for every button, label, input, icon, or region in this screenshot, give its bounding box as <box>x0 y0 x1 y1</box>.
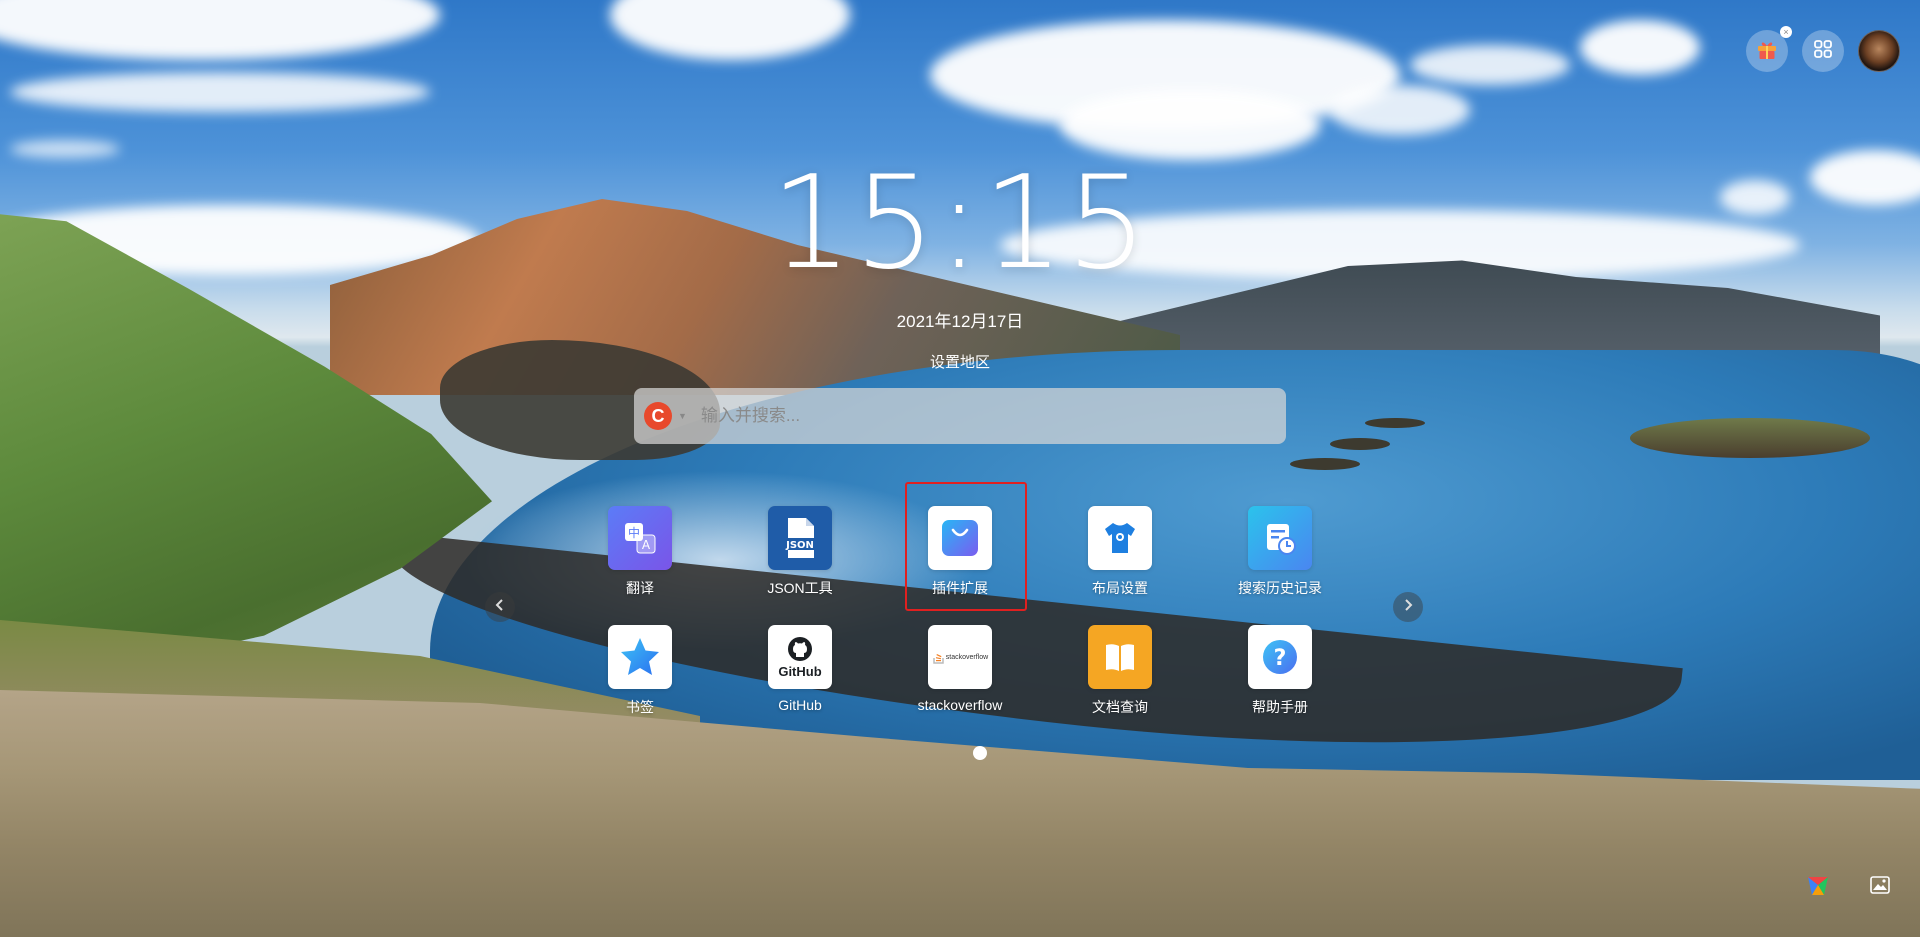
tshirt-icon <box>1088 506 1152 570</box>
search-engine-letter: C <box>651 405 665 426</box>
app-label: stackoverflow <box>917 697 1003 713</box>
chevron-left-icon <box>493 598 507 617</box>
translate-icon: 中A <box>608 506 672 570</box>
svg-text:?: ? <box>1274 646 1287 671</box>
github-tile-text: GitHub <box>778 663 822 679</box>
app-translate[interactable]: 中A 翻译 <box>580 506 700 598</box>
stackoverflow-tile-text: stackoverflow <box>945 653 989 661</box>
star-icon <box>608 625 672 689</box>
app-label: 帮助手册 <box>1252 699 1308 715</box>
app-doc-search[interactable]: 文档查询 <box>1060 625 1180 717</box>
search-engine-selector[interactable]: C <box>644 402 672 430</box>
history-icon <box>1248 506 1312 570</box>
stackoverflow-icon: stackoverflow <box>928 625 992 689</box>
chevron-right-icon <box>1401 598 1415 617</box>
app-label: 文档查询 <box>1092 699 1148 715</box>
app-label: JSON工具 <box>767 580 833 596</box>
color-palette-icon <box>1806 873 1830 902</box>
github-icon: GitHub <box>768 625 832 689</box>
set-region-link[interactable]: 设置地区 <box>0 351 1920 372</box>
app-bookmarks[interactable]: 书签 <box>580 625 700 717</box>
gift-button[interactable]: × <box>1746 26 1792 72</box>
app-layout-settings[interactable]: 布局设置 <box>1060 506 1180 598</box>
book-icon <box>1088 625 1152 689</box>
app-label: 搜索历史记录 <box>1238 580 1322 596</box>
svg-text:JSON: JSON <box>785 540 814 551</box>
json-icon: JSON <box>768 506 832 570</box>
apps-grid-icon <box>1811 37 1835 66</box>
user-avatar[interactable] <box>1858 30 1900 72</box>
wallpaper-background <box>0 0 1920 937</box>
apps-grid-button[interactable] <box>1802 30 1844 72</box>
wallpaper-icon <box>1870 875 1890 899</box>
chevron-down-icon[interactable]: ▼ <box>678 411 687 421</box>
help-icon: ? <box>1248 625 1312 689</box>
top-right-toolbar: × <box>1746 26 1900 72</box>
prev-page-button[interactable] <box>485 592 515 622</box>
app-search-history[interactable]: 搜索历史记录 <box>1220 506 1340 598</box>
gift-icon <box>1755 37 1779 66</box>
clock-date: 2021年12月17日 <box>896 312 1024 331</box>
page-indicator-dot[interactable] <box>973 746 987 760</box>
app-label: 布局设置 <box>1092 580 1148 596</box>
gift-badge-close-icon[interactable]: × <box>1780 26 1792 38</box>
bottom-right-toolbar <box>1804 873 1894 901</box>
app-label: 翻译 <box>626 580 654 596</box>
highlight-box <box>905 482 1027 611</box>
app-json-tool[interactable]: JSON JSON工具 <box>740 506 860 598</box>
app-label: 书签 <box>626 699 654 715</box>
app-stackoverflow[interactable]: stackoverflow stackoverflow <box>900 625 1020 713</box>
wallpaper-button[interactable] <box>1866 873 1894 901</box>
app-help-manual[interactable]: ? 帮助手册 <box>1220 625 1340 717</box>
search-bar: C ▼ <box>634 388 1286 444</box>
svg-text:A: A <box>642 538 651 552</box>
search-input[interactable] <box>698 405 1286 427</box>
next-page-button[interactable] <box>1393 592 1423 622</box>
theme-button[interactable] <box>1804 873 1832 901</box>
clock-time: 15:15 <box>770 149 1150 298</box>
app-label: GitHub <box>778 697 822 713</box>
app-github[interactable]: GitHub GitHub <box>740 625 860 713</box>
